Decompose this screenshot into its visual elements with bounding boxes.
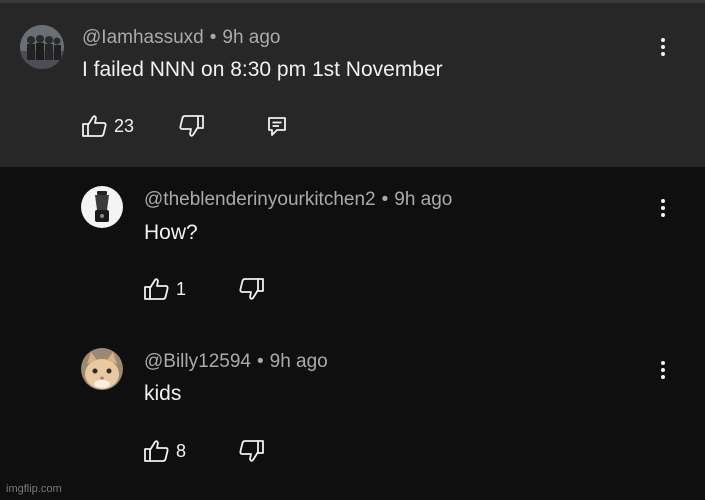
more-options-icon[interactable] [651,33,675,61]
more-options-icon[interactable] [651,356,675,384]
dislike-button[interactable] [238,275,264,303]
thumbs-up-icon [82,115,107,137]
comment-meta: @Iamhassuxd • 9h ago [82,27,281,49]
comment-text: I failed NNN on 8:30 pm 1st November [82,58,443,81]
like-button[interactable]: 1 [144,275,186,303]
thumbs-down-icon [239,440,264,462]
reply-author[interactable]: @Billy12594 [144,351,251,372]
reply-time[interactable]: 9h ago [270,351,328,372]
like-count: 23 [114,115,135,136]
like-count: 8 [176,440,187,461]
reply-meta: @theblenderinyourkitchen2 • 9h ago [144,189,452,211]
like-count: 1 [176,278,187,299]
meta-separator: • [381,189,389,210]
thumbs-down-icon [179,115,204,137]
reply-icon [268,117,286,136]
like-button[interactable]: 8 [144,437,186,465]
reply-actions: 1 [144,275,284,303]
blender-avatar-icon[interactable] [81,186,123,228]
like-button[interactable]: 23 [82,112,134,140]
comment-time[interactable]: 9h ago [222,27,280,48]
reply-text: kids [144,382,182,405]
cat-avatar-icon[interactable] [81,348,123,390]
meta-separator: • [209,27,217,48]
thumbs-down-icon [239,278,264,300]
watermark: imgflip.com [6,483,62,495]
group-photo-avatar-icon[interactable] [20,25,64,69]
dislike-button[interactable] [238,437,264,465]
thumbs-up-icon [144,440,169,462]
reply-button[interactable] [266,112,288,140]
meta-separator: • [256,351,264,372]
reply-meta: @Billy12594 • 9h ago [144,351,328,373]
reply-time[interactable]: 9h ago [394,189,452,210]
comment-author[interactable]: @Iamhassuxd [82,27,204,48]
thumbs-up-icon [144,278,169,300]
dislike-button[interactable] [178,112,204,140]
reply-author[interactable]: @theblenderinyourkitchen2 [144,189,376,210]
reply-actions: 8 [144,437,284,465]
reply-text: How? [144,221,198,244]
comment-actions: 23 [82,112,302,140]
more-options-icon[interactable] [651,194,675,222]
